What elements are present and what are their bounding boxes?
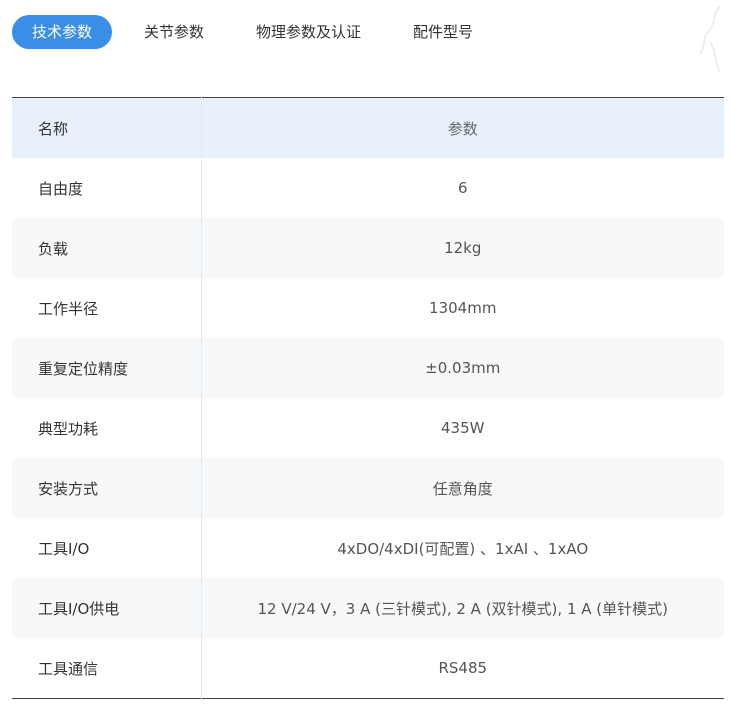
param-name: 工具通信 xyxy=(12,638,202,699)
param-name: 负载 xyxy=(12,218,202,278)
param-value: ±0.03mm xyxy=(425,359,501,377)
tab-joint-params[interactable]: 关节参数 xyxy=(124,15,224,49)
table-row: 重复定位精度 ±0.03mm xyxy=(12,338,724,398)
table-row: 工具I/O 4xDO/4xDI(可配置) 、1xAI 、1xAO xyxy=(12,518,724,578)
table-header-row: 名称 参数 xyxy=(12,97,724,158)
table-row: 工作半径 1304mm xyxy=(12,278,724,338)
param-name: 自由度 xyxy=(12,158,202,218)
tab-technical-params[interactable]: 技术参数 xyxy=(12,15,113,49)
table-row: 工具I/O供电 12 V/24 V，3 A (三针模式), 2 A (双针模式)… xyxy=(12,578,724,638)
spec-tabs: 技术参数 关节参数 物理参数及认证 配件型号 xyxy=(12,15,493,49)
table-row: 工具通信 RS485 xyxy=(12,638,724,699)
param-name: 安装方式 xyxy=(12,458,202,518)
param-name: 典型功耗 xyxy=(12,398,202,458)
param-value: 12kg xyxy=(444,239,482,257)
param-value: 任意角度 xyxy=(432,479,493,498)
param-name: 工具I/O xyxy=(12,518,202,578)
table-row: 负载 12kg xyxy=(12,218,724,278)
tab-physical-params-certification[interactable]: 物理参数及认证 xyxy=(236,15,381,49)
param-value: 12 V/24 V，3 A (三针模式), 2 A (双针模式), 1 A (单… xyxy=(257,599,669,618)
param-name: 重复定位精度 xyxy=(12,338,202,398)
param-name: 工具I/O供电 xyxy=(12,578,202,638)
param-value: 435W xyxy=(441,419,485,437)
table-row: 自由度 6 xyxy=(12,158,724,218)
param-value: 6 xyxy=(457,179,468,197)
param-name: 工作半径 xyxy=(12,278,202,338)
table-row: 典型功耗 435W xyxy=(12,398,724,458)
decorative-watermark-icon xyxy=(699,5,721,73)
param-value: RS485 xyxy=(438,659,488,677)
param-value: 1304mm xyxy=(429,299,497,317)
tab-accessory-models[interactable]: 配件型号 xyxy=(393,15,493,49)
table-row: 安装方式 任意角度 xyxy=(12,458,724,518)
spec-table: 名称 参数 自由度 6 负载 12kg 工作半径 1304mm 重复定位精度 ±… xyxy=(12,97,724,699)
column-header-name: 名称 xyxy=(12,97,202,158)
param-value: 4xDO/4xDI(可配置) 、1xAI 、1xAO xyxy=(337,539,589,558)
column-header-value: 参数 xyxy=(447,119,478,138)
